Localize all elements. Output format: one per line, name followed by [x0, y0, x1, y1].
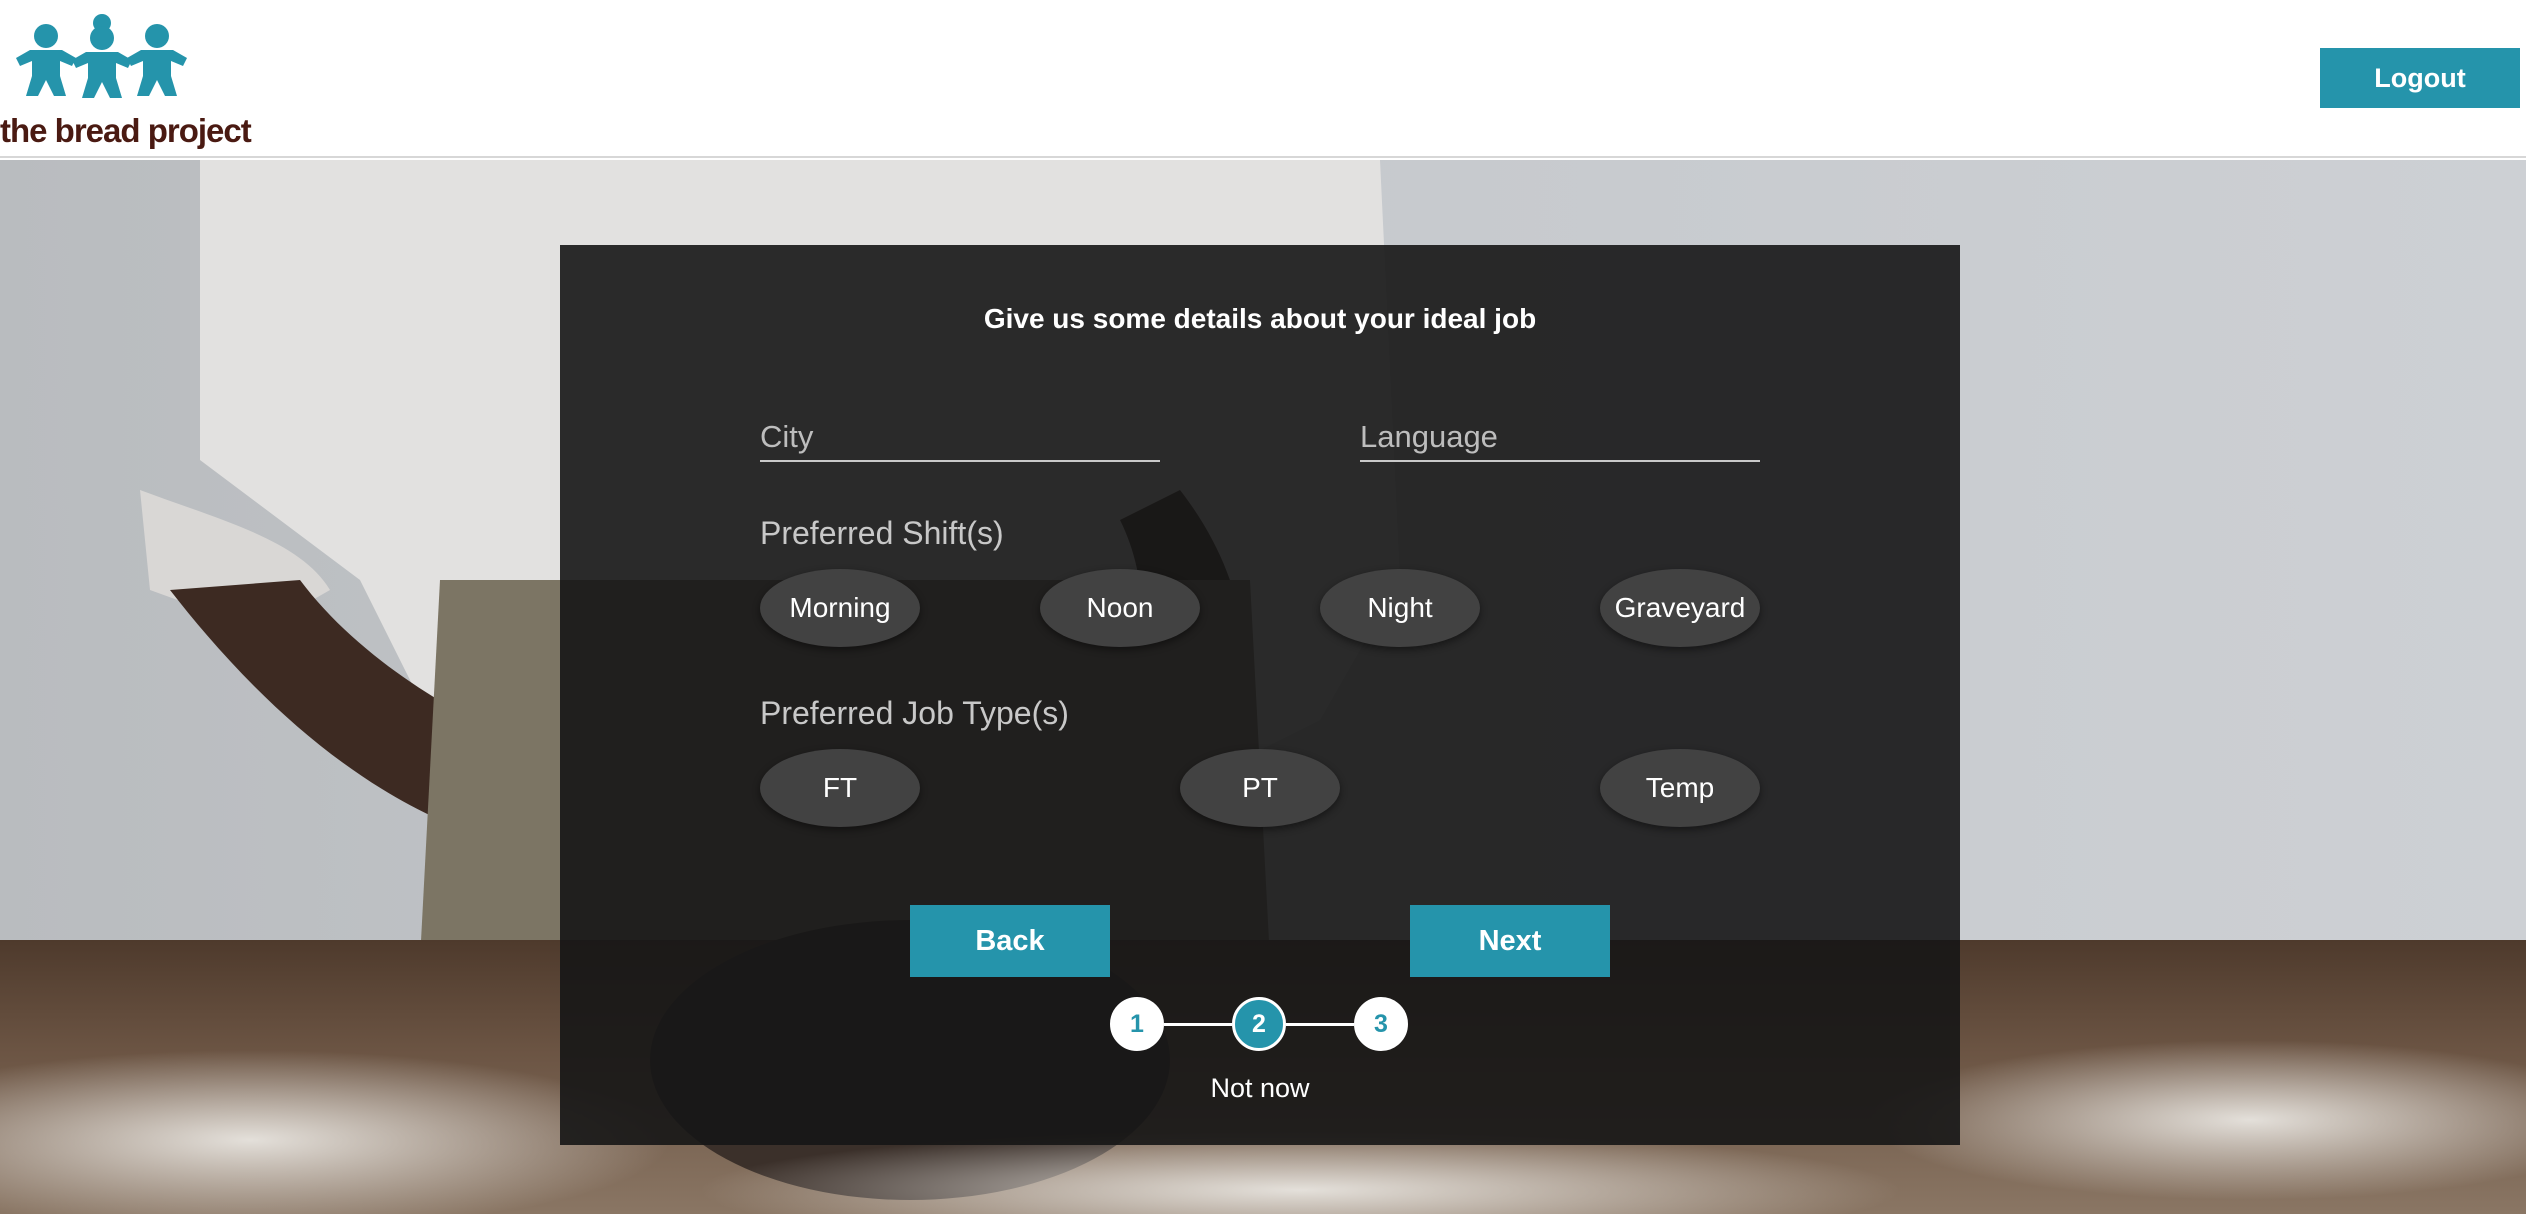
city-field[interactable]	[760, 410, 1160, 462]
shift-option-graveyard[interactable]: Graveyard	[1600, 569, 1760, 647]
logo[interactable]: the bread project	[0, 14, 252, 149]
job-type-option-ft[interactable]: FT	[760, 749, 920, 827]
job-type-option-pt[interactable]: PT	[1180, 749, 1340, 827]
job-type-option-temp[interactable]: Temp	[1600, 749, 1760, 827]
stepper-connector	[1164, 1023, 1232, 1026]
shift-option-morning[interactable]: Morning	[760, 569, 920, 647]
shift-option-night[interactable]: Night	[1320, 569, 1480, 647]
step-3[interactable]: 3	[1354, 997, 1408, 1051]
not-now-link[interactable]: Not now	[560, 1073, 1960, 1104]
step-2[interactable]: 2	[1232, 997, 1286, 1051]
logout-button[interactable]: Logout	[2320, 48, 2520, 108]
brand-name: the bread project	[0, 112, 252, 149]
hero-background: Give us some details about your ideal jo…	[0, 160, 2526, 1214]
job-types-label: Preferred Job Type(s)	[760, 695, 1069, 731]
shifts-label: Preferred Shift(s)	[760, 515, 1004, 551]
progress-stepper: 1 2 3	[1110, 997, 1410, 1053]
header-bar: the bread project Logout	[0, 0, 2526, 158]
stepper-connector	[1286, 1023, 1354, 1026]
language-field[interactable]	[1360, 410, 1760, 462]
card-title: Give us some details about your ideal jo…	[983, 303, 1537, 334]
three-bakers-icon	[16, 14, 187, 98]
step-1[interactable]: 1	[1110, 997, 1164, 1051]
back-button[interactable]: Back	[910, 905, 1110, 977]
next-button[interactable]: Next	[1410, 905, 1610, 977]
job-details-card: Give us some details about your ideal jo…	[560, 245, 1960, 1145]
city-input[interactable]	[760, 410, 1160, 460]
language-input[interactable]	[1360, 410, 1760, 460]
shift-option-noon[interactable]: Noon	[1040, 569, 1200, 647]
